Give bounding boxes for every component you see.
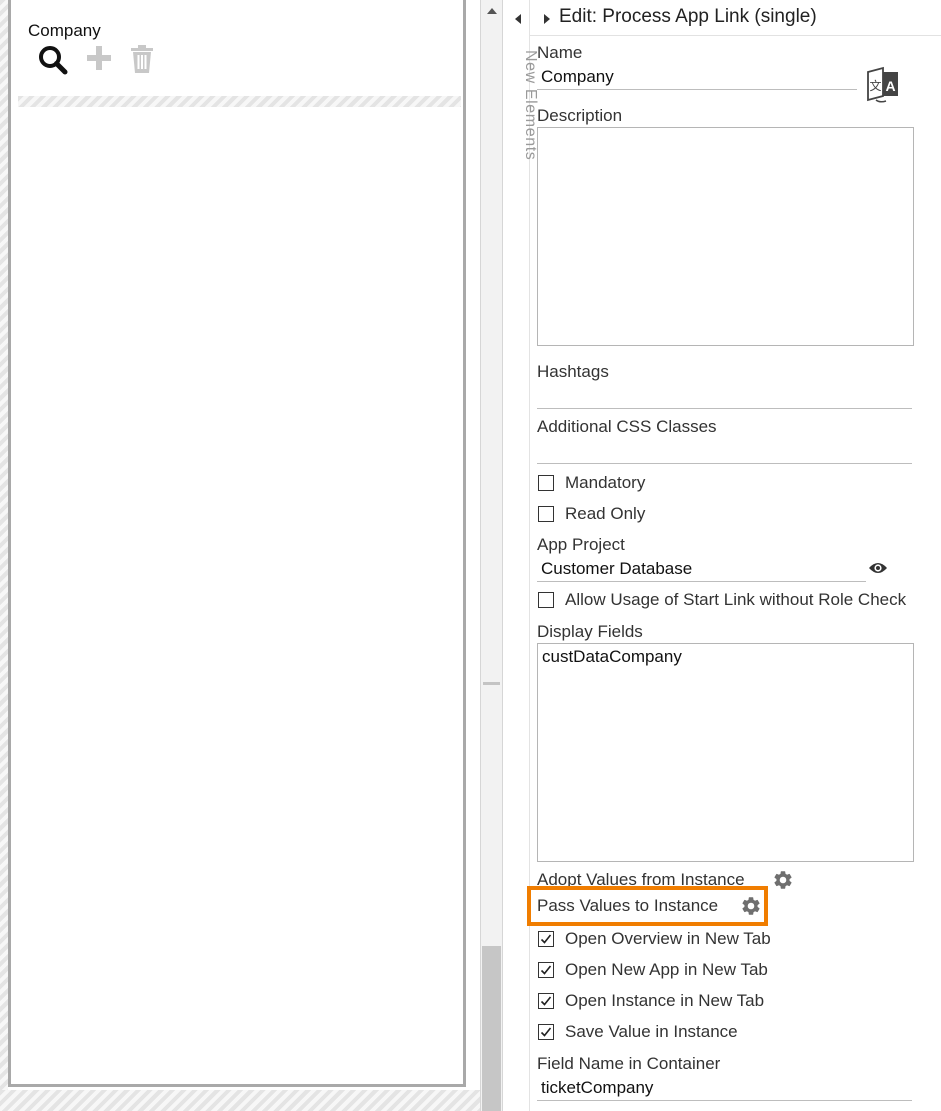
open-instance-checkbox[interactable] <box>538 993 554 1009</box>
name-underline <box>537 89 857 90</box>
check-icon <box>540 965 552 975</box>
display-fields-label: Display Fields <box>537 622 643 641</box>
expand-caret-icon[interactable] <box>543 12 551 30</box>
adopt-values-gear-icon[interactable] <box>772 869 794 896</box>
open-instance-label: Open Instance in New Tab <box>565 991 765 1010</box>
canvas-bottom-margin <box>0 1090 480 1111</box>
field-name-field[interactable]: ticketCompany <box>541 1078 653 1098</box>
collapse-left-icon[interactable] <box>514 12 522 30</box>
description-textarea[interactable] <box>537 127 914 346</box>
panel-title: Edit: Process App Link (single) <box>559 6 817 27</box>
eye-icon[interactable] <box>868 561 888 580</box>
open-new-app-checkbox[interactable] <box>538 962 554 978</box>
css-classes-field[interactable] <box>537 463 912 464</box>
new-elements-sidebar[interactable]: New Elements <box>503 0 539 1111</box>
css-classes-label: Additional CSS Classes <box>537 417 717 436</box>
pass-values-label: Pass Values to Instance <box>537 896 719 915</box>
app-project-label: App Project <box>537 535 625 554</box>
canvas-margin <box>0 0 8 1111</box>
field-name-label: Field Name in Container <box>537 1054 721 1073</box>
allow-start-link-label: Allow Usage of Start Link without Role C… <box>565 590 907 609</box>
translate-icon[interactable]: A 文 <box>866 66 900 109</box>
hashtags-label: Hashtags <box>537 362 609 381</box>
open-overview-label: Open Overview in New Tab <box>565 929 771 948</box>
save-value-label: Save Value in Instance <box>565 1022 738 1041</box>
read-only-label: Read Only <box>565 504 646 523</box>
scrollbar-thumb[interactable] <box>482 946 501 1111</box>
app-project-underline <box>537 581 866 582</box>
pass-values-gear-icon[interactable] <box>740 895 762 922</box>
form-canvas[interactable]: Company <box>8 0 466 1087</box>
panel-splitter[interactable] <box>480 0 503 1111</box>
splitter-grip[interactable] <box>483 682 500 685</box>
check-icon <box>540 1027 552 1037</box>
drop-zone[interactable] <box>18 96 461 107</box>
display-fields-textarea[interactable]: custDataCompany <box>537 643 914 862</box>
trash-icon[interactable] <box>129 44 155 79</box>
hashtags-field[interactable] <box>537 408 912 409</box>
check-icon <box>540 996 552 1006</box>
open-overview-checkbox[interactable] <box>538 931 554 947</box>
check-icon <box>540 934 552 944</box>
svg-text:A: A <box>885 78 895 94</box>
save-value-checkbox[interactable] <box>538 1024 554 1040</box>
display-fields-value: custDataCompany <box>542 647 682 666</box>
properties-panel: Edit: Process App Link (single) Name Com… <box>527 0 941 1111</box>
panel-header[interactable]: Edit: Process App Link (single) <box>530 0 941 36</box>
scroll-up-icon[interactable] <box>486 3 498 21</box>
description-label: Description <box>537 106 623 125</box>
app-project-field[interactable]: Customer Database <box>541 559 692 579</box>
allow-start-link-checkbox[interactable] <box>538 592 554 608</box>
field-label: Company <box>28 21 101 40</box>
mandatory-label: Mandatory <box>565 473 646 492</box>
read-only-checkbox[interactable] <box>538 506 554 522</box>
mandatory-checkbox[interactable] <box>538 475 554 491</box>
plus-icon[interactable] <box>85 44 113 77</box>
name-field[interactable]: Company <box>541 67 614 87</box>
open-new-app-label: Open New App in New Tab <box>565 960 768 979</box>
svg-text:文: 文 <box>869 78 881 93</box>
field-name-underline <box>537 1100 912 1101</box>
name-label: Name <box>537 43 583 62</box>
search-icon[interactable] <box>37 44 69 81</box>
